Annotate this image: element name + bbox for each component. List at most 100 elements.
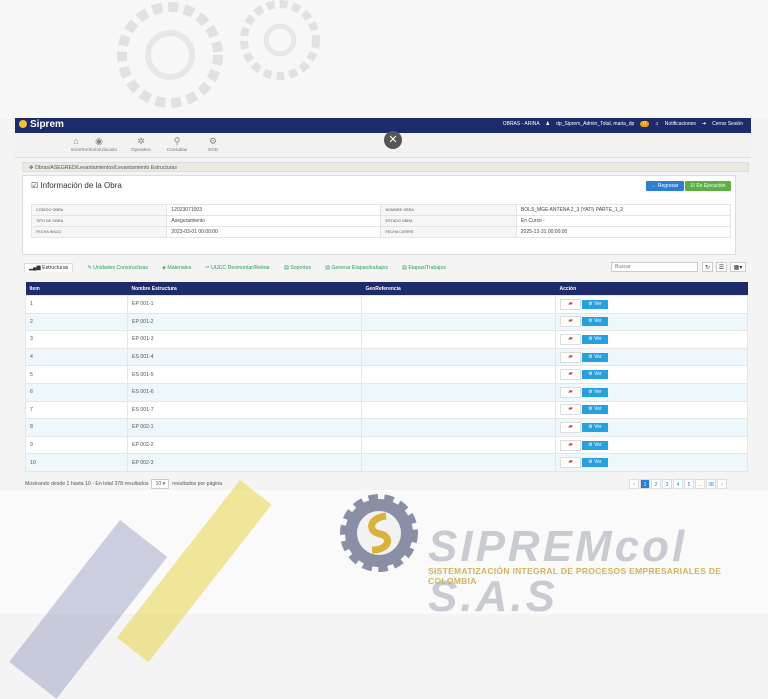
column-header[interactable]: GeoReferencia [361,282,556,296]
cell-name: ES 001-4 [127,347,362,367]
tab-label: Etapas/Trabajos [408,264,446,271]
delete-button[interactable]: ▰ [560,457,581,469]
delete-button[interactable]: ▰ [560,369,581,381]
work-info-panel: ☑ Información de la Obra ← Regresar ☑ En… [22,175,736,255]
grid-icon: ▦▾ [733,265,743,271]
user-name[interactable]: dp_Siprem_Admin_Total, maria_dp [556,121,634,127]
tab-generar-etapas[interactable]: ▤ Generar Etapas/trabajos [325,265,388,271]
trash-icon: ▰ [568,353,573,360]
page-link[interactable]: › [717,479,727,489]
column-header[interactable]: Nombre Estructura [127,282,362,296]
close-button[interactable]: ✕ [384,131,402,149]
view-button[interactable]: ⚙ Ver [582,405,608,415]
view-button[interactable]: ⚙ Ver [582,317,608,327]
view-button[interactable]: ⚙ Ver [582,352,608,362]
delete-button[interactable]: ▰ [560,333,581,345]
column-header[interactable]: Item [25,282,128,296]
delete-button[interactable]: ▰ [560,439,581,451]
view-button-label: Ver [594,423,602,430]
view-button[interactable]: ⚙ Ver [582,440,608,450]
chevron-down-icon: ▾ [162,481,166,487]
table-row: 9 EP 002-2 ▰ ⚙ Ver [25,435,748,455]
toolbar-item-territorio[interactable]: ◉ Territorio/Ubicado [81,136,117,152]
list-view-button[interactable]: ☰ [716,262,727,272]
gear-icon: ✲ [137,136,145,146]
logout-icon: ➜ [701,121,707,127]
back-button-label: Regresar [657,183,679,189]
tab-label: Generar Etapas/trabajos [331,264,388,271]
tab-soportes[interactable]: ▤ Soportes [284,265,311,271]
info-value: 2023-03-01 00:00:00 [166,226,382,238]
bar-chart-icon: ▂▄▆ [29,265,41,271]
view-button[interactable]: ⚙ Ver [582,299,608,309]
toolbar-label: Territorio/Ubicado [81,147,117,152]
delete-button[interactable]: ▰ [560,298,581,310]
cell-item: 4 [25,347,128,367]
toolbar-item-operativo[interactable]: ✲ Operativo [123,136,159,152]
obras-label[interactable]: OBRAS - ARINA [503,121,540,127]
cogs-icon: ⚙ [588,335,593,342]
page-link[interactable]: 5 [684,479,694,489]
logout-link[interactable]: Cerrar Sesión [712,121,743,127]
trash-icon: ▰ [568,335,573,342]
delete-button[interactable]: ▰ [560,386,581,398]
tab-estructuras[interactable]: ▂▄▆ Estructuras [24,263,74,272]
cogs-icon: ⚙ [588,353,593,360]
view-button[interactable]: ⚙ Ver [582,370,608,380]
app-brand[interactable]: Siprem [19,119,64,130]
tab-label: Estructuras [42,265,69,271]
toolbar-item-consultas[interactable]: ⚲ Consultas [159,136,195,152]
view-button[interactable]: ⚙ Ver [582,387,608,397]
notifications-menu[interactable]: Notificaciones [665,121,696,127]
tab-label: Soportes [290,264,312,271]
cell-item: 10 [25,453,128,472]
user-icon: ♟ [545,121,551,127]
pencil-icon: ✎ [87,264,92,271]
tab-unidades-constructivas[interactable]: ✎ Unidades Constructivas [87,265,148,271]
view-button[interactable]: ⚙ Ver [582,334,608,344]
results-summary: Mostrando desde 1 hasta 10 - En total 37… [25,481,149,487]
breadcrumb-path[interactable]: Obras/ASEGRED/Levantamientos/Levantamien… [35,165,177,171]
trash-icon: ▰ [568,441,573,448]
page-link[interactable]: ... [695,479,705,489]
delete-button[interactable]: ▰ [560,351,581,363]
table-row: 7 ES 001-7 ▰ ⚙ Ver [25,400,748,420]
delete-button[interactable]: ▰ [560,421,581,433]
cogs-icon: ⚙ [588,441,593,448]
page-link[interactable]: 2 [651,479,661,489]
cell-georeferencia [361,365,556,384]
tab-etapas-trabajos[interactable]: ▤ Etapas/Trabajos [402,265,446,271]
view-button-label: Ver [594,353,602,360]
columns-dropdown[interactable]: ▦▾ [730,262,746,272]
column-header: Acción [555,282,748,296]
view-button-label: Ver [594,441,602,448]
info-row: FECHA INICIO 2023-03-01 00:00:00 FECHA C… [30,226,732,238]
page-link[interactable]: 4 [673,479,683,489]
tab-label: UUCC Desmontar/Retirar [211,264,270,271]
delete-button[interactable]: ▰ [560,404,581,416]
cogs-icon: ⚙ [588,318,593,325]
toolbar-item-sgd[interactable]: ⚙ SGD [195,136,231,152]
trash-icon: ▰ [568,406,573,413]
search-input[interactable] [611,262,698,272]
delete-button[interactable]: ▰ [560,316,581,328]
page-link[interactable]: 1 [640,479,650,489]
view-button-label: Ver [594,459,602,466]
siprem-logo-gear-icon [340,494,418,572]
view-button[interactable]: ⚙ Ver [582,458,608,468]
info-key: ESTADO OBRA [380,215,517,227]
per-page-select[interactable]: 10 ▾ [151,479,170,489]
back-button[interactable]: ← Regresar [646,181,684,191]
refresh-icon: ↻ [704,265,711,271]
panel-title: ☑ Información de la Obra [31,181,122,190]
page-link[interactable]: 3 [662,479,672,489]
refresh-button[interactable]: ↻ [702,262,713,272]
cell-actions: ▰ ⚙ Ver [555,347,748,367]
tab-uucc-desmontar[interactable]: ✂ UUCC Desmontar/Retirar [205,265,270,271]
page-link[interactable]: ‹ [629,479,639,489]
page-link[interactable]: 38 [706,479,716,489]
state-button[interactable]: ☑ En Ejecución [685,181,731,191]
view-button[interactable]: ⚙ Ver [582,422,608,432]
structures-table: Item Nombre Estructura GeoReferencia Acc… [25,282,748,472]
tab-materiales[interactable]: ◈ Materiales [162,265,191,271]
